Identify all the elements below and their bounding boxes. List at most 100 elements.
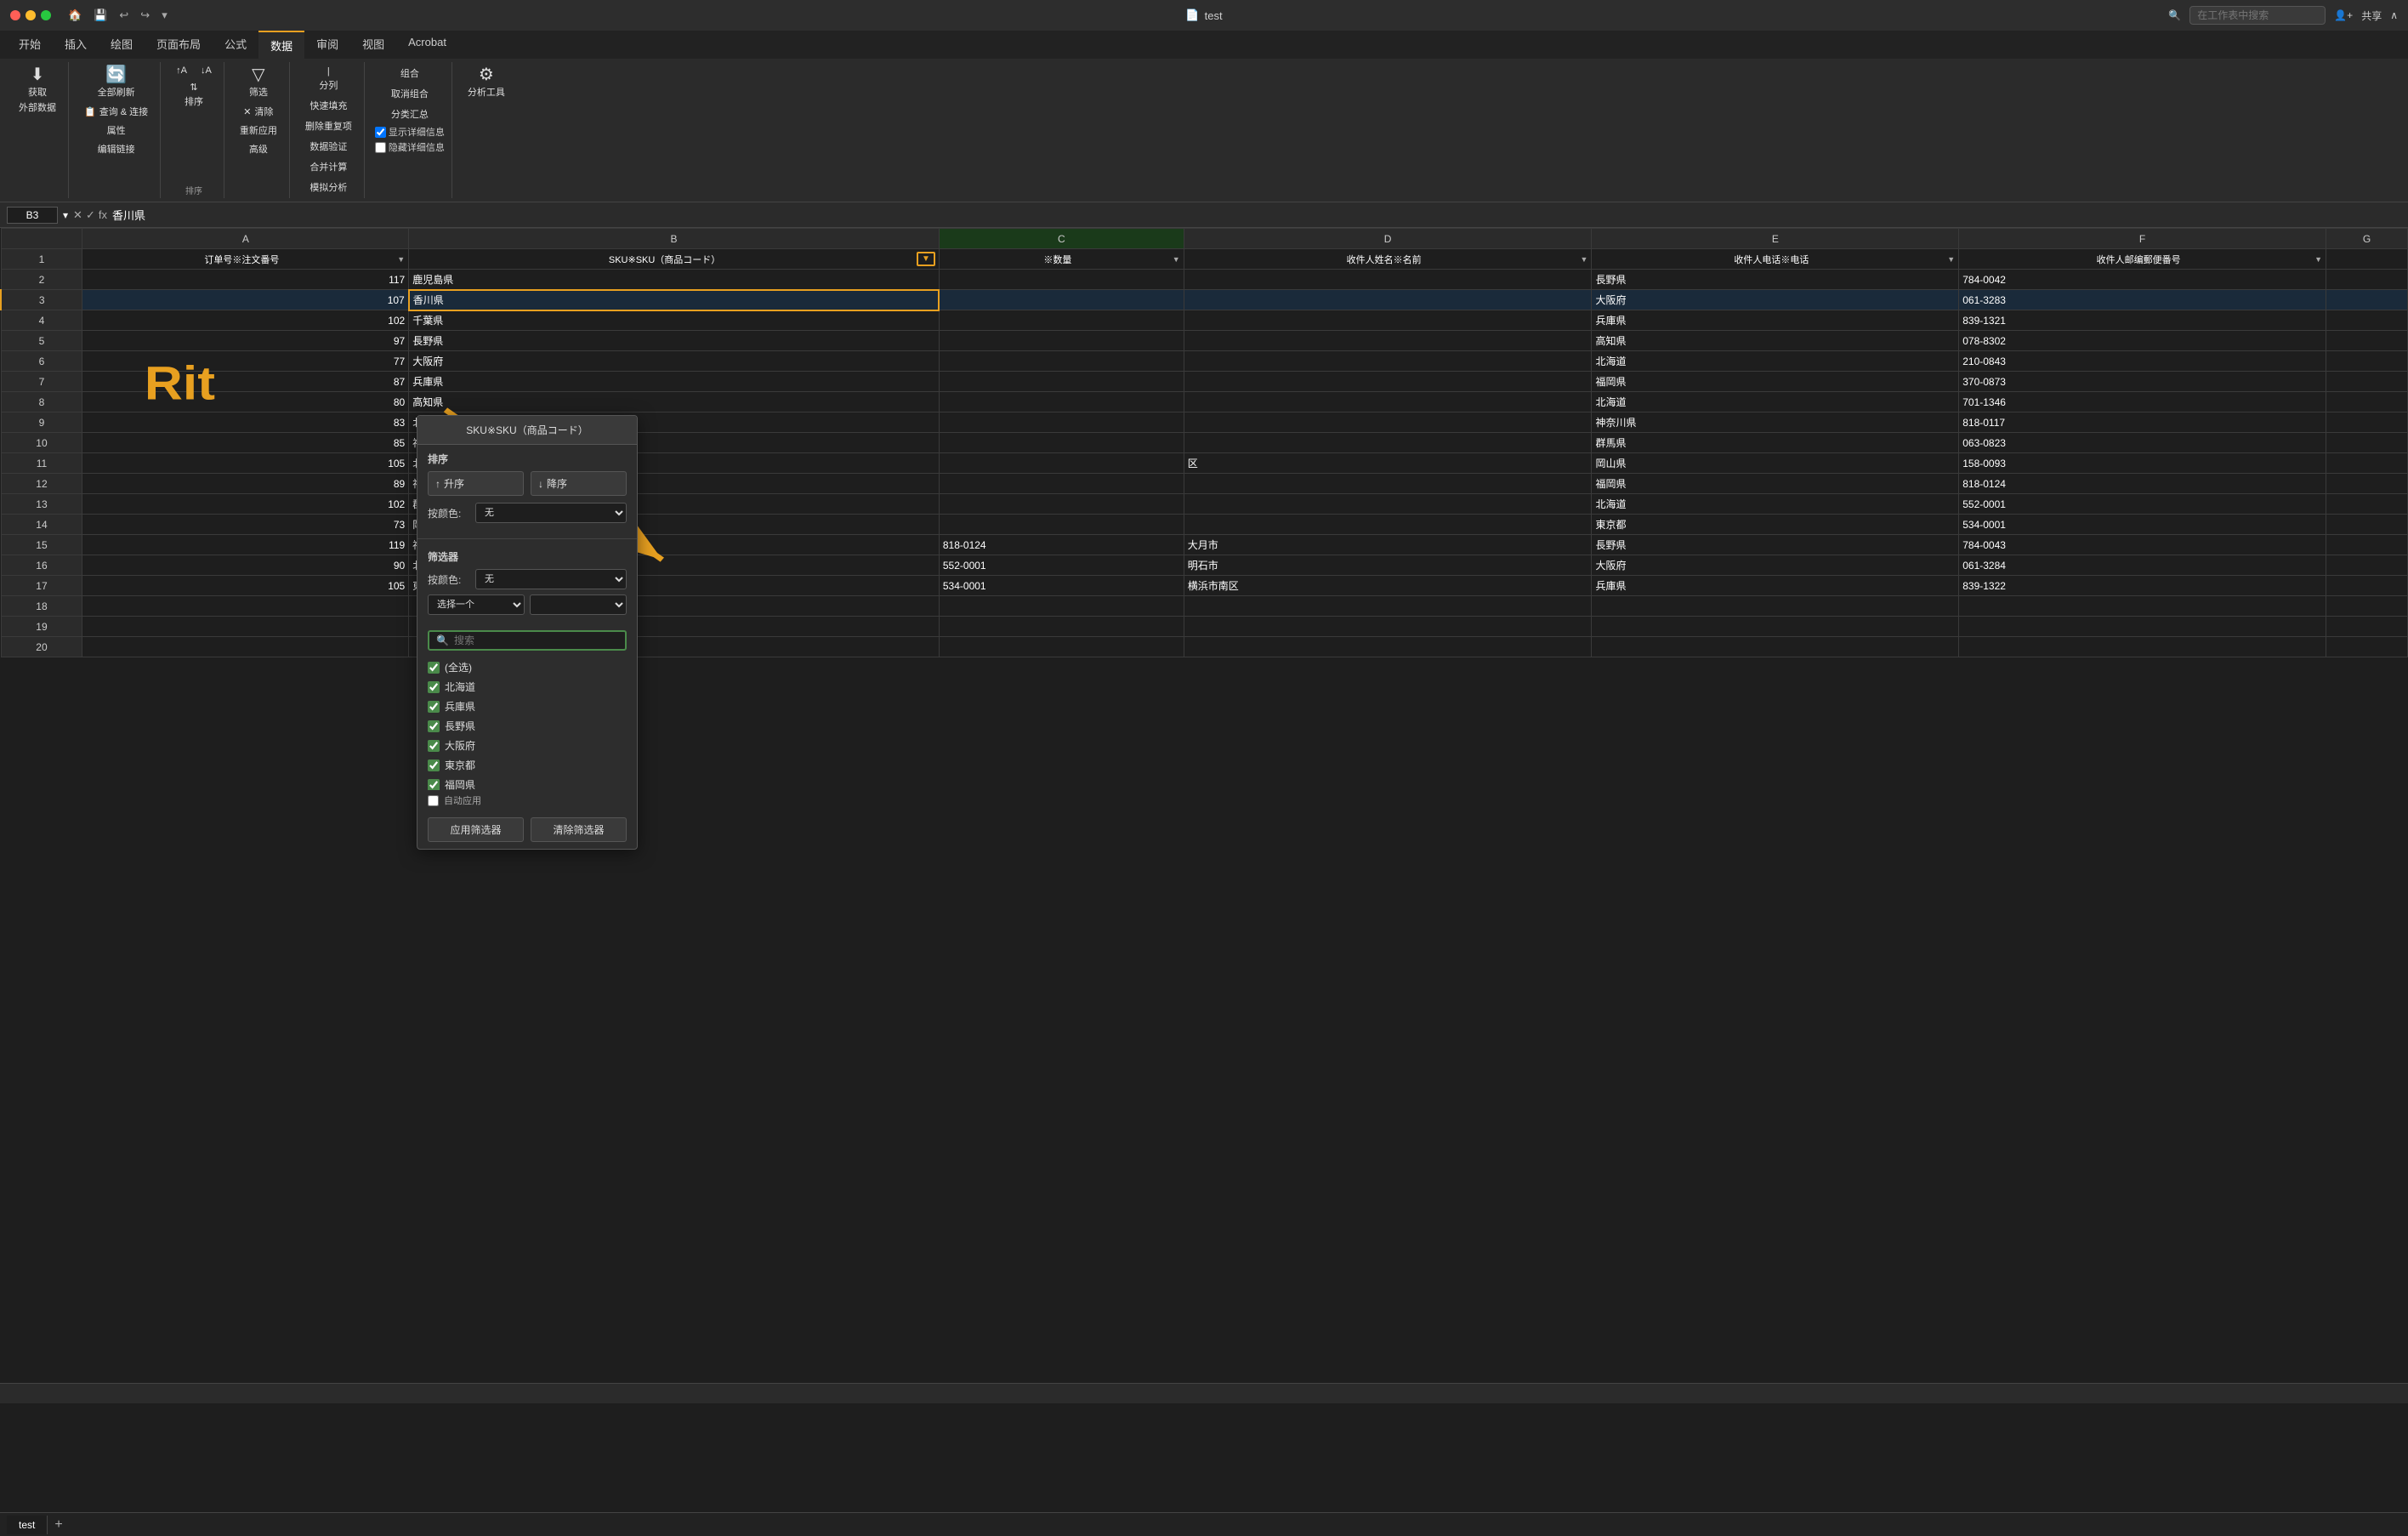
cell-f15[interactable]: 784-0043 [1959,535,2326,555]
checkbox-item-5[interactable]: 福岡県 [428,775,627,790]
cell-c5[interactable] [939,331,1184,351]
search-input[interactable] [2189,6,2326,25]
cell-c1[interactable]: ※数量 ▼ [939,249,1184,270]
cell-f6[interactable]: 210-0843 [1959,351,2326,372]
cell-d14[interactable] [1184,515,1592,535]
clear-filter-btn[interactable]: 清除筛选器 [531,817,627,842]
col-header-e[interactable]: E [1592,229,1959,249]
subtotal-btn[interactable]: 分类汇总 [386,105,434,123]
cell-b8[interactable]: 高知県 [409,392,940,412]
cell-f3[interactable]: 061-3283 [1959,290,2326,310]
filter-arrow-e[interactable]: ▼ [1947,255,1955,264]
checkbox-item-4[interactable]: 東京都 [428,755,627,775]
tab-page-layout[interactable]: 页面布局 [145,31,213,59]
query-connect-btn[interactable]: 📋 查询 & 连接 [79,103,153,120]
tab-data[interactable]: 数据 [258,31,304,59]
cell-e4[interactable]: 兵庫県 [1592,310,1959,331]
cell-d9[interactable] [1184,412,1592,433]
cell-a16[interactable]: 90 [82,555,409,576]
cell-c20[interactable] [939,637,1184,657]
tab-acrobat[interactable]: Acrobat [396,31,458,59]
filter-arrow-c[interactable]: ▼ [1173,255,1180,264]
cell-a12[interactable]: 89 [82,474,409,494]
formula-input[interactable] [112,208,2401,221]
cell-e3[interactable]: 大阪府 [1592,290,1959,310]
cell-c12[interactable] [939,474,1184,494]
cell-c19[interactable] [939,617,1184,637]
operator-select[interactable]: 选择一个 [428,594,525,615]
sort-asc-btn[interactable]: ↑ 升序 [428,471,524,496]
cell-d4[interactable] [1184,310,1592,331]
check-2-input[interactable] [428,720,440,732]
cell-f9[interactable]: 818-0117 [1959,412,2326,433]
cell-reference[interactable] [7,207,58,224]
check-0-input[interactable] [428,681,440,693]
group-btn[interactable]: 组合 [393,64,427,82]
cell-e17[interactable]: 兵庫県 [1592,576,1959,596]
add-sheet-btn[interactable]: + [54,1517,62,1533]
confirm-formula-icon[interactable]: ✓ [86,208,95,222]
cell-e14[interactable]: 東京都 [1592,515,1959,535]
cell-b4[interactable]: 千葉県 [409,310,940,331]
tab-formula[interactable]: 公式 [213,31,258,59]
cell-d2[interactable] [1184,270,1592,290]
cell-b7[interactable]: 兵庫県 [409,372,940,392]
auto-apply-check[interactable] [428,795,439,806]
cell-e5[interactable]: 高知県 [1592,331,1959,351]
checkbox-item-0[interactable]: 北海道 [428,677,627,697]
tab-review[interactable]: 审阅 [304,31,350,59]
cell-f4[interactable]: 839-1321 [1959,310,2326,331]
checkbox-select-all[interactable]: (全选) [428,657,627,677]
check-5-input[interactable] [428,779,440,791]
cell-f11[interactable]: 158-0093 [1959,453,2326,474]
cell-c6[interactable] [939,351,1184,372]
redo-icon[interactable]: ↪ [140,9,150,22]
cell-e2[interactable]: 長野県 [1592,270,1959,290]
cell-e18[interactable] [1592,596,1959,617]
cell-e6[interactable]: 北海道 [1592,351,1959,372]
cell-a4[interactable]: 102 [82,310,409,331]
cell-a10[interactable]: 85 [82,433,409,453]
get-external-btn[interactable]: ⬇ 获取 外部数据 [14,64,61,117]
cell-d5[interactable] [1184,331,1592,351]
cell-d20[interactable] [1184,637,1592,657]
filter-arrow-f[interactable]: ▼ [2314,255,2322,264]
cell-e10[interactable]: 群馬県 [1592,433,1959,453]
share-icon[interactable]: 👤+ [2334,9,2353,21]
checkbox-item-1[interactable]: 兵庫県 [428,697,627,716]
advanced-btn[interactable]: 高级 [244,140,273,157]
check-1-input[interactable] [428,701,440,713]
cell-f10[interactable]: 063-0823 [1959,433,2326,453]
cell-c7[interactable] [939,372,1184,392]
cell-f5[interactable]: 078-8302 [1959,331,2326,351]
tab-draw[interactable]: 绘图 [99,31,145,59]
collapse-icon[interactable]: ∧ [2390,9,2398,21]
cell-f8[interactable]: 701-1346 [1959,392,2326,412]
cell-d17[interactable]: 横浜市南区 [1184,576,1592,596]
save-icon[interactable]: 💾 [94,9,107,22]
cancel-formula-icon[interactable]: ✕ [73,208,82,222]
cell-c3[interactable] [939,290,1184,310]
cell-f13[interactable]: 552-0001 [1959,494,2326,515]
cell-f7[interactable]: 370-0873 [1959,372,2326,392]
sort-btn[interactable]: ⇅ 排序 [177,79,211,111]
hide-detail-check[interactable]: 隐藏详细信息 [375,140,445,154]
cell-c11[interactable] [939,453,1184,474]
cell-a20[interactable] [82,637,409,657]
color-select-2[interactable]: 无 [475,569,627,589]
value-select[interactable] [530,594,627,615]
cell-f17[interactable]: 839-1322 [1959,576,2326,596]
cell-d6[interactable] [1184,351,1592,372]
cell-d13[interactable] [1184,494,1592,515]
filter-button-b1[interactable]: ▼ [917,252,935,266]
cell-b3[interactable]: 香川県 [409,290,940,310]
cell-f14[interactable]: 534-0001 [1959,515,2326,535]
filter-arrow-a[interactable]: ▼ [397,255,405,264]
share-label[interactable]: 共享 [2361,9,2382,23]
more-icon[interactable]: ▾ [162,9,168,22]
filter-search-input[interactable] [454,634,618,646]
cell-d1[interactable]: 收件人姓名※名前 ▼ [1184,249,1592,270]
col-header-d[interactable]: D [1184,229,1592,249]
cell-f2[interactable]: 784-0042 [1959,270,2326,290]
cell-e9[interactable]: 神奈川県 [1592,412,1959,433]
